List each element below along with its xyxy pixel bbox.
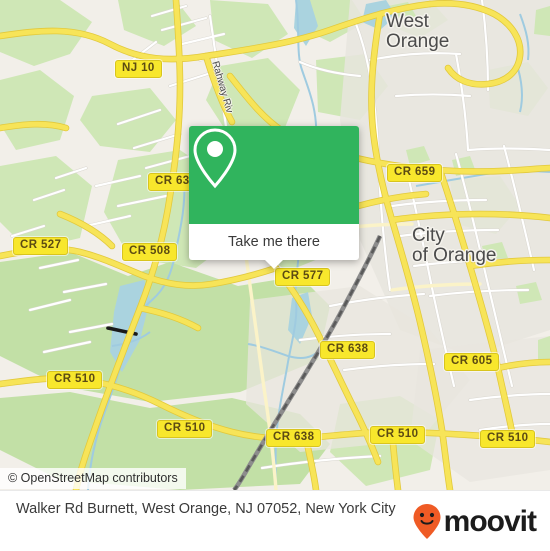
road-shield-cr-510-west[interactable]: CR 510 <box>47 371 103 389</box>
road-shield-cr-577[interactable]: CR 577 <box>275 268 331 286</box>
road-shield-cr-659[interactable]: CR 659 <box>387 164 443 182</box>
moovit-smiley-pin-icon <box>413 504 441 539</box>
road-shield-cr-605[interactable]: CR 605 <box>444 353 500 371</box>
place-label-city-of-orange: City of Orange <box>412 225 497 266</box>
road-shield-cr-638-south[interactable]: CR 638 <box>266 429 322 447</box>
road-shield-cr-510-south[interactable]: CR 510 <box>370 426 426 444</box>
location-popup[interactable]: Take me there <box>189 126 359 269</box>
place-label-west-orange: West Orange <box>386 11 450 52</box>
location-address-title: Walker Rd Burnett, West Orange, NJ 07052… <box>16 501 396 517</box>
take-me-there-label: Take me there <box>228 234 320 250</box>
popup-tail <box>265 260 283 269</box>
map-screenshot: .park{fill:#cfe7b6} .parkd{fill:#c2e0a6}… <box>0 0 550 551</box>
road-shield-cr-510-center[interactable]: CR 510 <box>157 420 213 438</box>
popup-pin-panel <box>189 126 359 224</box>
footer-bar: Walker Rd Burnett, West Orange, NJ 07052… <box>0 490 550 551</box>
map-pin-icon <box>193 128 237 189</box>
road-shield-cr-508[interactable]: CR 508 <box>122 243 178 261</box>
map-canvas[interactable]: .park{fill:#cfe7b6} .parkd{fill:#c2e0a6}… <box>0 0 550 490</box>
osm-attribution[interactable]: © OpenStreetMap contributors <box>0 468 186 489</box>
moovit-logo[interactable]: moovit <box>412 503 537 541</box>
road-shield-cr-510-east[interactable]: CR 510 <box>480 430 536 448</box>
road-shield-cr-527[interactable]: CR 527 <box>13 237 69 255</box>
take-me-there-button[interactable]: Take me there <box>189 224 359 260</box>
moovit-wordmark: moovit <box>443 505 537 538</box>
road-shield-cr-638-north[interactable]: CR 638 <box>320 341 376 359</box>
road-shield-nj-10[interactable]: NJ 10 <box>115 60 162 78</box>
